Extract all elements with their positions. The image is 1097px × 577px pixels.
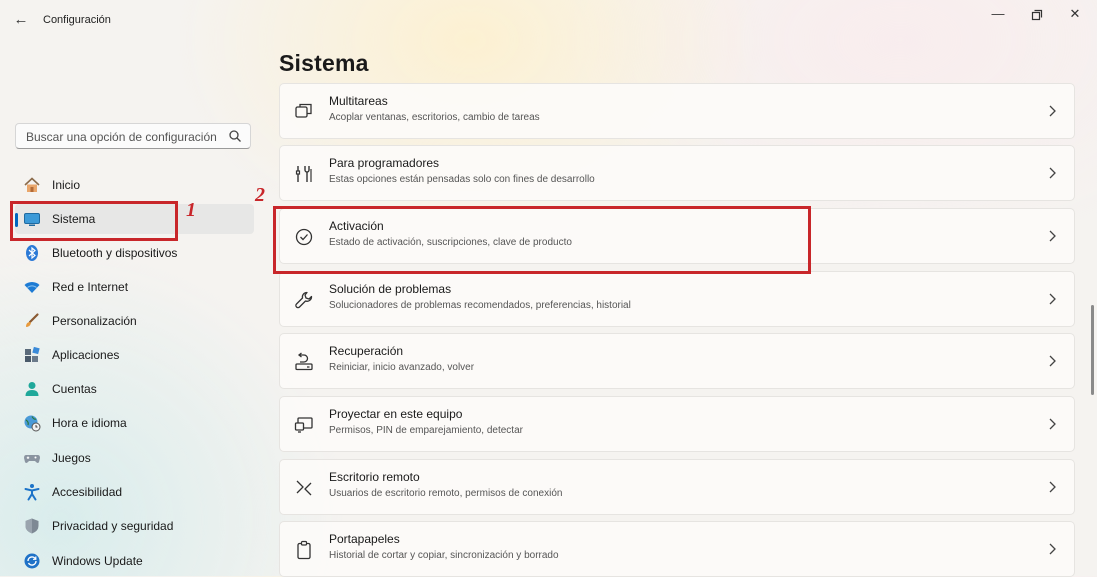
sidebar-item-personalizacion[interactable]: Personalización [15,306,254,336]
annotation-box-2 [273,206,811,274]
card-title: Proyectar en este equipo [329,407,463,421]
annotation-number-2: 2 [255,184,265,206]
sidebar-item-label: Hora e idioma [52,416,127,430]
card-description: Reiniciar, inicio avanzado, volver [329,362,475,373]
search-input[interactable] [24,127,228,147]
sidebar-item-cuentas[interactable]: Cuentas [15,374,254,404]
chevron-right-icon [1049,481,1056,493]
remote-desktop-icon [296,480,312,496]
globe-clock-icon [24,415,41,432]
card-description: Historial de cortar y copiar, sincroniza… [329,550,559,561]
sidebar-item-aplicaciones[interactable]: Aplicaciones [15,340,254,370]
card-title: Solución de problemas [329,282,452,296]
card-multitareas[interactable]: Multitareas Acoplar ventanas, escritorio… [279,83,1075,139]
annotation-number-1: 1 [186,199,196,221]
update-icon [24,553,40,569]
minimize-icon[interactable]: — [987,6,1009,24]
sidebar-item-label: Aplicaciones [52,348,120,362]
card-recuperacion[interactable]: Recuperación Reiniciar, inicio avanzado,… [279,333,1075,389]
recovery-icon [295,352,313,371]
chevron-right-icon [1049,230,1056,242]
sidebar-item-label: Privacidad y seguridad [52,519,174,533]
card-title: Recuperación [329,344,404,358]
title-bar: ← Configuración — ✕ [0,0,1097,40]
card-proyectar-en-este-equipo[interactable]: Proyectar en este equipo Permisos, PIN d… [279,396,1075,452]
chevron-right-icon [1049,105,1056,117]
sidebar-item-label: Windows Update [52,554,143,568]
accessibility-icon [24,484,40,501]
card-title: Portapapeles [329,532,400,546]
scrollbar-thumb[interactable] [1091,305,1094,395]
home-icon [24,177,40,192]
developer-tools-icon [295,166,312,182]
brush-icon [26,313,39,327]
sidebar-item-privacidad[interactable]: Privacidad y seguridad [15,511,254,541]
sidebar-item-label: Accesibilidad [52,485,123,499]
card-description: Permisos, PIN de emparejamiento, detecta… [329,425,523,436]
account-icon [25,382,39,396]
gamepad-icon [24,455,40,463]
sidebar-item-inicio[interactable]: Inicio [15,170,254,200]
card-para-programadores[interactable]: Para programadores Estas opciones están … [279,145,1075,201]
chevron-right-icon [1049,293,1056,305]
sidebar-item-label: Juegos [52,451,91,465]
card-title: Multitareas [329,94,388,108]
sidebar-item-label: Inicio [52,178,81,192]
card-description: Solucionadores de problemas recomendados… [329,300,631,311]
search-icon[interactable] [228,129,242,143]
card-solucion-de-problemas[interactable]: Solución de problemas Solucionadores de … [279,271,1075,327]
chevron-right-icon [1049,355,1056,367]
app-title: Configuración [43,14,111,26]
chevron-right-icon [1049,543,1056,555]
close-icon[interactable]: ✕ [1064,6,1086,24]
sidebar-item-bluetooth[interactable]: Bluetooth y dispositivos [15,238,254,268]
card-escritorio-remoto[interactable]: Escritorio remoto Usuarios de escritorio… [279,459,1075,515]
card-title: Para programadores [329,156,440,170]
chevron-right-icon [1049,167,1056,179]
shield-icon [25,518,39,534]
clipboard-icon [297,540,311,560]
sidebar-item-hora[interactable]: Hora e idioma [15,408,254,438]
card-portapapeles[interactable]: Portapapeles Historial de cortar y copia… [279,521,1075,577]
apps-icon [25,346,40,362]
sidebar-item-juegos[interactable]: Juegos [15,443,254,473]
sidebar-item-label: Bluetooth y dispositivos [52,246,178,260]
annotation-box-1 [10,201,178,241]
project-icon [294,417,313,433]
card-description: Usuarios de escritorio remoto, permisos … [329,488,563,499]
wrench-icon [295,291,313,309]
sidebar-item-label: Cuentas [52,382,97,396]
card-description: Acoplar ventanas, escritorios, cambio de… [329,112,540,123]
back-arrow-icon[interactable]: ← [12,11,30,29]
search-box[interactable] [15,123,251,149]
card-title: Escritorio remoto [329,470,420,484]
sidebar-item-accesibilidad[interactable]: Accesibilidad [15,477,254,507]
maximize-icon[interactable] [1026,6,1048,24]
sidebar-item-label: Red e Internet [52,280,129,294]
page-title: Sistema [279,50,369,76]
multitask-icon [295,103,312,118]
wifi-icon [24,282,40,293]
card-description: Estas opciones están pensadas solo con f… [329,174,595,185]
bluetooth-icon [26,245,38,261]
sidebar-item-red[interactable]: Red e Internet [15,272,254,302]
sidebar-item-windows-update[interactable]: Windows Update [15,546,254,576]
sidebar-item-label: Personalización [52,314,137,328]
chevron-right-icon [1049,418,1056,430]
